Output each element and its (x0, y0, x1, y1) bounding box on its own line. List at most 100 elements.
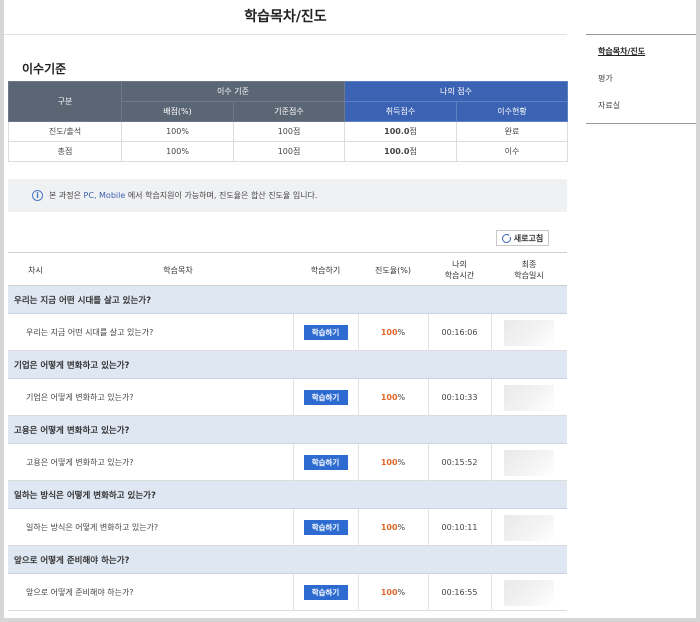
last-study-date-blurred (504, 449, 554, 476)
acquired-unit: 점 (409, 127, 417, 136)
criteria-header-weight: 배점(%) (121, 101, 234, 122)
cell-acquired: 100.0점 (344, 141, 458, 162)
side-menu-item-contents[interactable]: 학습목차/진도 (598, 46, 645, 57)
last-study-date-blurred (504, 514, 554, 541)
notice-devices: PC, Mobile (83, 191, 126, 200)
cell-weight: 100% (121, 141, 234, 162)
page: 학습목차/진도 이수기준 구분 이수 기준 나의 점수 배점(%) 기준점수 취… (4, 0, 696, 618)
progress-value: 100% (358, 314, 428, 351)
progress-unit: % (397, 393, 406, 402)
study-button[interactable]: 학습하기 (303, 390, 348, 405)
progress-number: 100 (380, 393, 398, 402)
lesson-title: 앞으로 어떻게 준비해야 하는가? (26, 588, 134, 597)
lesson-title: 일하는 방식은 어떻게 변화하고 있는가? (26, 523, 159, 532)
header-my-time: 나의 학습시간 (428, 253, 491, 287)
side-menu: 학습목차/진도 평가 자료실 (586, 34, 696, 124)
header-last-study: 최종학습일시 (491, 253, 567, 287)
study-cell: 학습하기 (293, 574, 358, 611)
last-study-cell (491, 509, 567, 546)
study-button[interactable]: 학습하기 (303, 455, 348, 470)
progress-unit: % (397, 328, 406, 337)
refresh-label: 새로고침 (513, 233, 544, 243)
header-my-time-line2: 학습시간 (444, 271, 475, 280)
list-item: 앞으로 어떻게 준비해야 하는가? 학습하기 100% 00:16:55 (8, 574, 567, 611)
group-title: 우리는 지금 어떤 시대를 살고 있는가? (8, 286, 567, 314)
acquired-value: 100.0 (384, 127, 410, 136)
acquired-value: 100.0 (384, 147, 410, 156)
progress-unit: % (397, 458, 406, 467)
study-time: 00:16:55 (441, 588, 478, 597)
study-time: 00:10:33 (441, 393, 478, 402)
last-study-date-blurred (504, 319, 554, 346)
page-title: 학습목차/진도 (244, 9, 327, 25)
criteria-header-status: 이수현황 (456, 101, 569, 122)
header-last-line2: 학습일시 (514, 271, 544, 280)
study-cell: 학습하기 (293, 314, 358, 351)
table-row: 총점 100% 100점 100.0점 이수 (8, 141, 569, 162)
progress-number: 100 (380, 328, 398, 337)
study-button[interactable]: 학습하기 (303, 325, 348, 340)
study-cell: 학습하기 (293, 379, 358, 416)
info-icon: i (32, 190, 43, 201)
criteria-header-base-score: 기준점수 (232, 101, 346, 122)
study-button[interactable]: 학습하기 (303, 585, 348, 600)
progress-number: 100 (380, 458, 398, 467)
study-cell: 학습하기 (293, 444, 358, 481)
notice-text: 본 과정은 PC, Mobile 에서 학습지원이 가능하며, 진도율은 합산 … (49, 190, 317, 201)
criteria-table: 구분 이수 기준 나의 점수 배점(%) 기준점수 취득점수 이수현황 진도/출… (8, 81, 569, 162)
cell-base-score: 100점 (232, 121, 346, 142)
list-item: 우리는 지금 어떤 시대를 살고 있는가? 학습하기 100% 00:16:06 (8, 314, 567, 351)
last-study-cell (491, 444, 567, 481)
last-study-date-blurred (504, 384, 554, 411)
side-menu-item-resources[interactable]: 자료실 (598, 100, 620, 111)
progress-number: 100 (380, 588, 398, 597)
cell-acquired: 100.0점 (344, 121, 458, 142)
list-item: 고용은 어떻게 변화하고 있는가? 학습하기 100% 00:15:52 (8, 444, 567, 481)
header-study: 학습하기 (310, 265, 341, 275)
notice-suffix: 에서 학습지원이 가능하며, 진도율은 합산 진도율 입니다. (125, 191, 318, 200)
progress-number: 100 (380, 523, 398, 532)
progress-unit: % (397, 523, 406, 532)
acquired-unit: 점 (409, 147, 417, 156)
cell-category: 총점 (8, 141, 122, 162)
cell-status: 완료 (456, 121, 569, 142)
study-cell: 학습하기 (293, 509, 358, 546)
cell-category: 진도/출석 (8, 121, 122, 142)
last-study-cell (491, 379, 567, 416)
lesson-title: 고용은 어떻게 변화하고 있는가? (26, 458, 134, 467)
study-button[interactable]: 학습하기 (303, 520, 348, 535)
group-title: 앞으로 어떻게 준비해야 하는가? (8, 546, 567, 574)
title-divider (4, 34, 567, 35)
progress-value: 100% (358, 379, 428, 416)
criteria-header-acquired: 취득점수 (344, 101, 458, 122)
study-time: 00:16:06 (441, 328, 478, 337)
group-title: 기업은 어떻게 변화하고 있는가? (8, 351, 567, 379)
last-study-cell (491, 574, 567, 611)
study-time: 00:15:52 (441, 458, 478, 467)
criteria-header-my-score: 나의 점수 (344, 81, 569, 102)
notice-box: i 본 과정은 PC, Mobile 에서 학습지원이 가능하며, 진도율은 합… (8, 179, 567, 212)
criteria-header-completion: 이수 기준 (120, 81, 346, 102)
progress-value: 100% (358, 574, 428, 611)
refresh-icon (501, 233, 512, 243)
progress-value: 100% (358, 509, 428, 546)
group-title: 일하는 방식은 어떻게 변화하고 있는가? (8, 481, 567, 509)
list-item: 기업은 어떻게 변화하고 있는가? 학습하기 100% 00:10:33 (8, 379, 567, 416)
section-title: 이수기준 (22, 62, 67, 76)
last-study-date-blurred (504, 579, 554, 606)
side-menu-item-evaluation[interactable]: 평가 (598, 73, 613, 84)
list-header: 차시 학습목차 학습하기 진도율(%) 나의 학습시간 최종 학습일시 (8, 252, 567, 286)
refresh-button[interactable]: 새로고침 (496, 230, 549, 246)
cell-status: 이수 (456, 141, 569, 162)
header-last-line1: 최종 (521, 260, 537, 269)
study-time: 00:10:11 (441, 523, 478, 532)
header-session: 차시 (28, 265, 43, 275)
progress-unit: % (397, 588, 406, 597)
notice-prefix: 본 과정은 (49, 191, 84, 200)
lesson-title: 기업은 어떻게 변화하고 있는가? (26, 393, 134, 402)
group-title: 고용은 어떻게 변화하고 있는가? (8, 416, 567, 444)
header-progress: 진도율(%) (375, 265, 411, 275)
main-content: 학습목차/진도 이수기준 구분 이수 기준 나의 점수 배점(%) 기준점수 취… (4, 0, 569, 618)
cell-weight: 100% (121, 121, 234, 142)
cell-base-score: 100점 (232, 141, 346, 162)
